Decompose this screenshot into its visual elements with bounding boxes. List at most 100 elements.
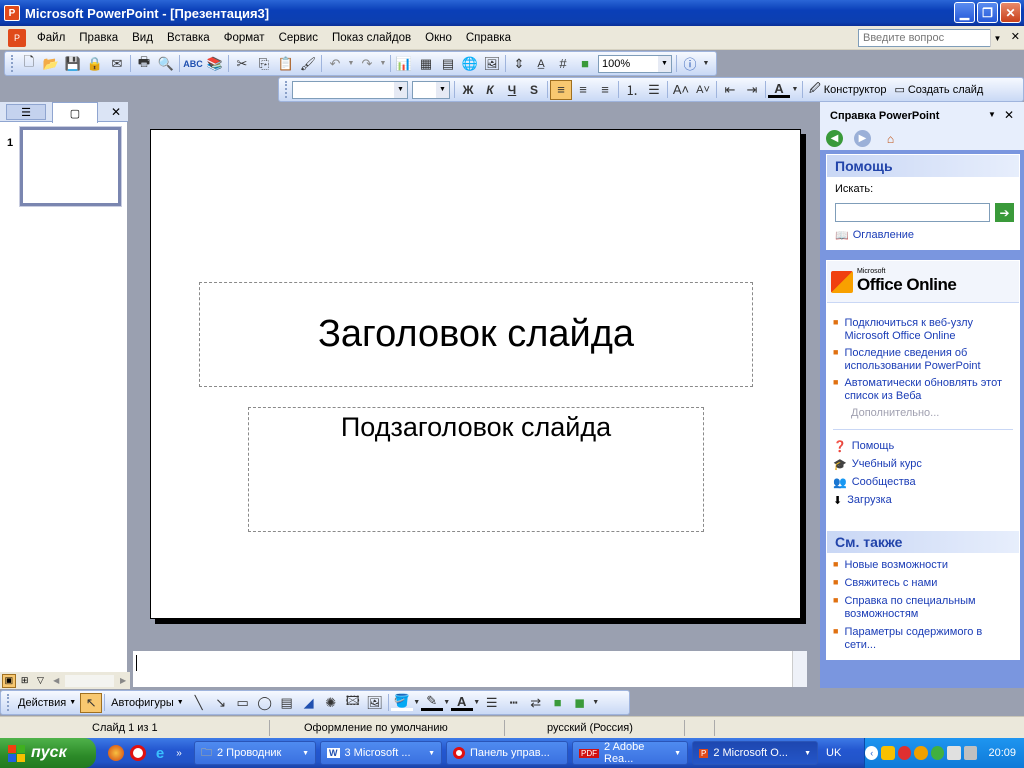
fill-color-icon[interactable]: 🪣 — [390, 693, 413, 711]
scroll-left-icon[interactable]: ◀ — [49, 674, 63, 688]
zoom-combo[interactable]: 100% ▼ — [598, 54, 672, 73]
title-placeholder[interactable]: Заголовок слайда — [199, 282, 753, 387]
align-left-icon[interactable]: ≡ — [550, 79, 572, 100]
menu-slideshow[interactable]: Показ слайдов — [325, 32, 418, 44]
show-grid-icon[interactable]: # — [552, 54, 574, 74]
underline-button[interactable]: Ч — [501, 80, 523, 100]
see-also-online-settings[interactable]: ■ Параметры содержимого в сети... — [833, 626, 1013, 652]
search-go-icon[interactable]: ➔ — [995, 203, 1014, 222]
slides-tab-icon[interactable]: ▢ — [52, 102, 98, 123]
menu-help[interactable]: Справка — [459, 32, 518, 44]
undo-dropdown-icon[interactable]: ▼ — [346, 54, 356, 74]
resource-help[interactable]: ❓ Помощь — [833, 440, 1013, 453]
help-question-input[interactable]: Введите вопрос — [858, 29, 1004, 47]
spelling-icon[interactable]: ABC — [182, 54, 204, 74]
font-size-combo[interactable]: ▼ — [412, 80, 450, 99]
insert-table-icon[interactable]: ▦ — [415, 54, 437, 74]
update-icon[interactable] — [930, 746, 945, 760]
new-slide-button[interactable]: ▭ Создать слайд — [890, 83, 987, 97]
italic-button[interactable]: К — [479, 80, 501, 100]
new-icon[interactable]: 🗋 — [18, 54, 40, 74]
menu-tools[interactable]: Сервис — [272, 32, 325, 44]
rectangle-icon[interactable]: ▭ — [232, 693, 254, 713]
task-control-panel[interactable]: Панель управ... — [446, 741, 568, 765]
help-icon[interactable]: ⓘ — [679, 54, 701, 74]
clipart-icon[interactable]: 🖾 — [342, 693, 364, 713]
resource-downloads[interactable]: ⬇ Загрузка — [833, 494, 1013, 507]
font-name-combo[interactable]: ▼ — [292, 80, 408, 99]
see-also-new[interactable]: ■ Новые возможности — [833, 559, 1013, 572]
language-indicator[interactable]: UK — [826, 747, 841, 759]
online-link-autoupdate[interactable]: ■ Автоматически обновлять этот список из … — [833, 377, 1013, 403]
close-button[interactable]: ✕ — [1000, 2, 1021, 23]
email-icon[interactable]: ✉ — [106, 54, 128, 74]
maximize-button[interactable]: ❐ — [977, 2, 998, 23]
notes-scrollbar[interactable] — [792, 651, 807, 687]
outline-tab-icon[interactable]: ☰ — [6, 104, 46, 120]
menu-insert[interactable]: Вставка — [160, 32, 217, 44]
slides-pane-close-icon[interactable]: ✕ — [108, 104, 124, 120]
font-color-dropdown-icon[interactable]: ▼ — [790, 80, 800, 100]
security-shield-icon[interactable] — [881, 746, 895, 760]
normal-view-icon[interactable]: ▣ — [2, 673, 16, 688]
subtitle-placeholder[interactable]: Подзаголовок слайда — [248, 407, 704, 532]
toolbar-options-icon[interactable]: ▼ — [591, 693, 601, 713]
quick-launch-more-icon[interactable]: » — [174, 745, 184, 761]
redo-icon[interactable]: ↷ — [356, 54, 378, 74]
toolbar-grip[interactable] — [11, 55, 14, 72]
menu-file[interactable]: Файл — [30, 32, 72, 44]
see-also-accessibility[interactable]: ■ Справка по специальным возможностям — [833, 595, 1013, 621]
task-pane-close-icon[interactable]: ✕ — [1004, 108, 1014, 122]
diagram-icon[interactable]: ✺ — [320, 693, 342, 713]
expand-icon[interactable]: ⇕ — [508, 54, 530, 74]
task-microsoft-office[interactable]: P 2 Microsoft O... ▼ — [692, 741, 818, 765]
designer-button[interactable]: 🖉 Конструктор — [805, 80, 890, 99]
firefox-icon[interactable] — [108, 745, 124, 761]
increase-font-icon[interactable]: A˄ — [670, 80, 692, 100]
cut-icon[interactable]: ✂ — [231, 54, 253, 74]
oval-icon[interactable]: ◯ — [254, 693, 276, 713]
color-grayscale-icon[interactable]: ■ — [574, 54, 596, 74]
start-button[interactable]: пуск — [0, 738, 96, 768]
forward-icon[interactable]: ▶ — [854, 130, 871, 147]
resource-communities[interactable]: 👥 Сообщества — [833, 476, 1013, 489]
help-question-dropdown-icon[interactable]: ▼ — [990, 29, 1004, 47]
bullets-icon[interactable]: ☰ — [643, 80, 665, 100]
slide-thumbnail[interactable] — [19, 126, 122, 207]
fill-dropdown-icon[interactable]: ▼ — [413, 693, 421, 713]
undo-icon[interactable]: ↶ — [324, 54, 346, 74]
toolbar-grip[interactable] — [285, 81, 288, 98]
minimize-button[interactable]: ▁ — [954, 2, 975, 23]
insert-hyperlink-icon[interactable]: 🌐 — [459, 54, 481, 74]
online-link-connect[interactable]: ■ Подключиться к веб-узлу Microsoft Offic… — [833, 317, 1013, 343]
toc-link[interactable]: 📖 Оглавление — [835, 229, 914, 242]
redo-dropdown-icon[interactable]: ▼ — [378, 54, 388, 74]
paste-icon[interactable]: 📋 — [275, 54, 297, 74]
dash-style-icon[interactable]: ┅ — [503, 693, 525, 713]
open-icon[interactable]: 📂 — [40, 54, 62, 74]
clock[interactable]: 20:09 — [988, 747, 1016, 759]
3d-style-icon[interactable]: ◼ — [569, 693, 591, 713]
line-style-icon[interactable]: ☰ — [481, 693, 503, 713]
font-color-draw-dropdown-icon[interactable]: ▼ — [473, 693, 481, 713]
see-also-contact[interactable]: ■ Свяжитесь с нами — [833, 577, 1013, 590]
font-color-draw-icon[interactable]: A — [450, 694, 473, 711]
toolbar-options-icon[interactable]: ▼ — [701, 54, 711, 74]
slide-canvas[interactable]: Заголовок слайда Подзаголовок слайда — [150, 129, 801, 619]
task-word[interactable]: W 3 Microsoft ... ▼ — [320, 741, 442, 765]
menu-view[interactable]: Вид — [125, 32, 160, 44]
autoshapes-menu[interactable]: Автофигуры ▼ — [107, 697, 188, 709]
arrow-icon[interactable]: ↘ — [210, 693, 232, 713]
task-explorer[interactable]: 🗀 2 Проводник ▼ — [194, 741, 316, 765]
font-color-icon[interactable]: A — [768, 81, 790, 98]
online-link-latest[interactable]: ■ Последние сведения об использовании Pow… — [833, 347, 1013, 373]
task-adobe-reader[interactable]: PDF 2 Adobe Rea... ▼ — [572, 741, 688, 765]
slide-sorter-view-icon[interactable]: ⊞ — [18, 674, 32, 688]
antivirus-icon[interactable] — [897, 746, 912, 760]
copy-icon[interactable]: ⎘ — [253, 54, 275, 74]
align-center-icon[interactable]: ≡ — [572, 80, 594, 100]
shadow-style-icon[interactable]: ■ — [547, 693, 569, 713]
resource-training[interactable]: 🎓 Учебный курс — [833, 458, 1013, 471]
scroll-right-icon[interactable]: ▶ — [116, 674, 130, 688]
home-icon[interactable]: ⌂ — [882, 130, 899, 147]
